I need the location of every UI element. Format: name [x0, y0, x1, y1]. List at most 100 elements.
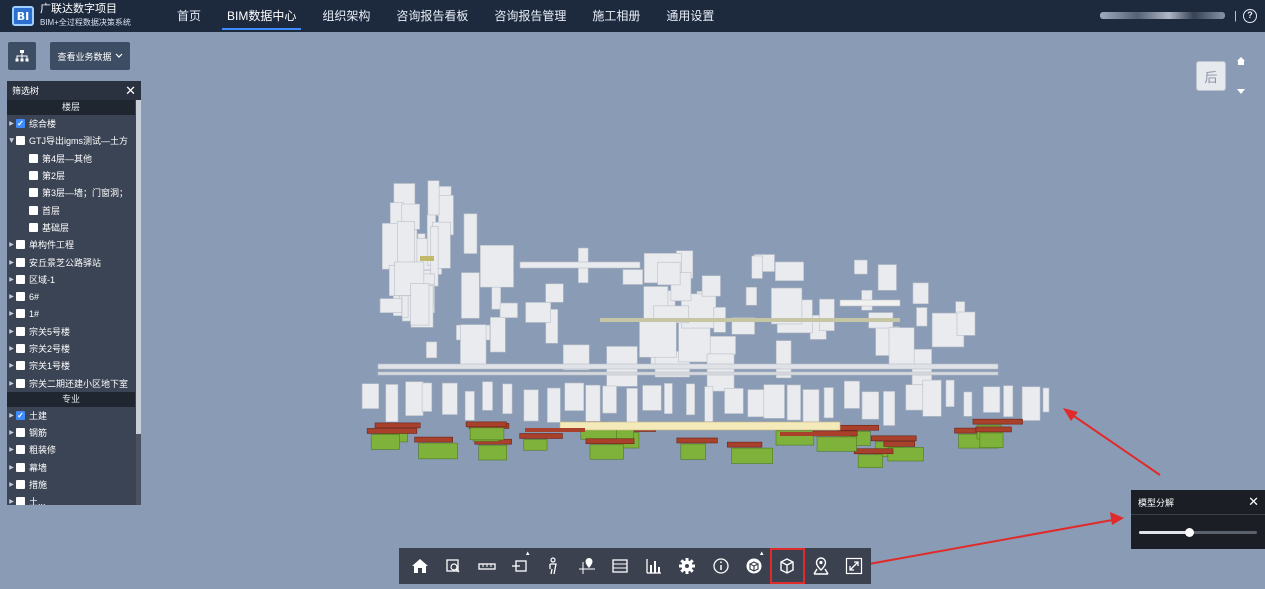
model-element [786, 384, 801, 421]
tree-checkbox[interactable] [16, 428, 25, 438]
model-sphere-tool-button[interactable]: ▲ [737, 549, 770, 583]
person-walk-tool-button[interactable] [537, 549, 570, 583]
tree-item[interactable]: ▶ ✓ 土建 [7, 407, 135, 424]
bar-chart-icon [646, 559, 661, 574]
help-icon[interactable]: ? [1243, 9, 1257, 23]
tree-item[interactable]: 首层 [7, 201, 135, 218]
expand-arrow-icon[interactable]: ▶ [7, 293, 16, 300]
view-home-icon[interactable] [1236, 56, 1246, 66]
expand-arrow-icon[interactable]: ▶ [7, 310, 16, 317]
expand-arrow-icon[interactable]: ▶ [7, 362, 16, 369]
panel-scrollbar[interactable] [136, 100, 141, 434]
tree-item[interactable]: ▶ 措施 [7, 476, 135, 493]
tree-item[interactable]: ▶ 粗装修 [7, 441, 135, 458]
tree-item[interactable]: ▶ GTJ导出igms测试—土方 [7, 132, 135, 149]
expand-arrow-icon[interactable]: ▶ [7, 328, 16, 335]
expand-arrow-icon[interactable]: ▶ [7, 498, 16, 505]
expand-arrow-icon[interactable]: ▶ [7, 412, 16, 419]
tree-item[interactable]: ▶ 安丘景芝公路驿站 [7, 253, 135, 270]
tree-item[interactable]: 第4层—其他 [7, 150, 135, 167]
home-tool-button[interactable] [403, 549, 436, 583]
tree-checkbox[interactable] [29, 222, 38, 232]
tree-checkbox[interactable] [16, 136, 25, 146]
close-icon[interactable]: ✕ [125, 84, 136, 97]
expand-arrow-icon[interactable]: ▶ [7, 481, 16, 488]
tree-checkbox[interactable] [16, 378, 25, 388]
expand-arrow-icon[interactable]: ▶ [7, 380, 16, 387]
nav-item-4[interactable]: 咨询报告管理 [481, 0, 579, 32]
measure-tool-button[interactable] [470, 549, 503, 583]
map-pin-tool-button[interactable] [804, 549, 837, 583]
tree-item[interactable]: ▶ 宗关1号楼 [7, 357, 135, 374]
expand-arrow-icon[interactable]: ▶ [7, 259, 16, 266]
tree-checkbox[interactable] [16, 257, 25, 267]
tree-checkbox[interactable] [16, 274, 25, 284]
tree-item[interactable]: ▶ 1# [7, 305, 135, 322]
tree-item-label: 第2层 [42, 171, 66, 182]
tree-checkbox[interactable] [16, 445, 25, 455]
view-cube-dropdown-icon[interactable] [1237, 89, 1245, 95]
view-business-data-button[interactable]: 查看业务数据 [50, 42, 130, 70]
tree-checkbox[interactable] [16, 497, 25, 505]
tree-item[interactable]: ▶ 宗关2号楼 [7, 340, 135, 357]
nav-item-2[interactable]: 组织架构 [309, 0, 383, 32]
tree-item[interactable]: ▶ ✓ 综合楼 [7, 115, 135, 132]
nav-item-5[interactable]: 施工相册 [579, 0, 653, 32]
tree-checkbox[interactable] [16, 326, 25, 336]
tree-item[interactable]: ▶ 钢筋 [7, 424, 135, 441]
tree-checkbox[interactable] [16, 344, 25, 353]
nav-item-6[interactable]: 通用设置 [653, 0, 727, 32]
tree-item[interactable]: ▶ 区域-1 [7, 271, 135, 288]
view-cube[interactable]: 后 [1196, 61, 1226, 91]
tree-item[interactable]: 第2层 [7, 167, 135, 184]
fullscreen-tool-button[interactable] [837, 549, 870, 583]
model-element [366, 428, 418, 434]
tree-checkbox[interactable] [29, 205, 38, 215]
nav-item-0[interactable]: 首页 [164, 0, 214, 32]
info-tool-button[interactable] [704, 549, 737, 583]
tree-item[interactable]: ▶ 土... [7, 493, 135, 505]
model-element [945, 379, 955, 407]
expand-arrow-icon[interactable]: ▶ [7, 241, 16, 248]
expand-arrow-icon[interactable]: ▶ [7, 429, 16, 436]
user-account[interactable] [1100, 12, 1225, 19]
explode-slider-thumb[interactable] [1184, 528, 1194, 537]
gear-tool-button[interactable] [670, 549, 703, 583]
tree-checkbox[interactable]: ✓ [16, 410, 25, 420]
close-icon[interactable]: ✕ [1248, 494, 1259, 510]
tree-item[interactable]: ▶ 宗关二期还建小区地下室 [7, 374, 135, 391]
tree-item[interactable]: ▶ 单构件工程 [7, 236, 135, 253]
zoom-box-tool-button[interactable] [436, 549, 469, 583]
tree-checkbox[interactable] [29, 153, 38, 163]
expand-arrow-icon[interactable]: ▶ [7, 276, 16, 283]
tree-item[interactable]: 第3层—墙；门窗洞； [7, 184, 135, 201]
explode-box-tool-button[interactable] [769, 548, 806, 584]
nav-item-1[interactable]: BIM数据中心 [214, 0, 309, 32]
tree-checkbox[interactable]: ✓ [16, 119, 25, 129]
tree-checkbox[interactable] [29, 171, 38, 181]
tree-checkbox[interactable] [29, 188, 38, 198]
tree-item[interactable]: 基础层 [7, 219, 135, 236]
list-tool-button[interactable] [604, 549, 637, 583]
tree-checkbox[interactable] [16, 240, 25, 250]
expand-arrow-icon[interactable]: ▶ [7, 446, 16, 453]
expand-arrow-icon[interactable]: ▶ [7, 345, 16, 352]
tree-item[interactable]: ▶ 宗关5号楼 [7, 323, 135, 340]
org-tree-button[interactable] [8, 42, 36, 70]
section-tool-button[interactable]: ▲ [503, 549, 536, 583]
bar-chart-tool-button[interactable] [637, 549, 670, 583]
nav-item-3[interactable]: 咨询报告看板 [383, 0, 481, 32]
tree-checkbox[interactable] [16, 292, 25, 302]
tree-checkbox[interactable] [16, 309, 25, 319]
tree-item[interactable]: ▶ 幕墙 [7, 459, 135, 476]
expand-arrow-icon[interactable]: ▶ [8, 136, 15, 145]
expand-arrow-icon[interactable]: ▶ [7, 120, 16, 127]
tree-checkbox[interactable] [16, 361, 25, 371]
expand-arrow-icon[interactable]: ▶ [7, 464, 16, 471]
bim-viewport[interactable] [0, 0, 1265, 589]
explode-slider[interactable] [1139, 528, 1257, 537]
locate-pin-tool-button[interactable] [570, 549, 603, 583]
tree-checkbox[interactable] [16, 480, 25, 490]
tree-checkbox[interactable] [16, 462, 25, 472]
tree-item[interactable]: ▶ 6# [7, 288, 135, 305]
